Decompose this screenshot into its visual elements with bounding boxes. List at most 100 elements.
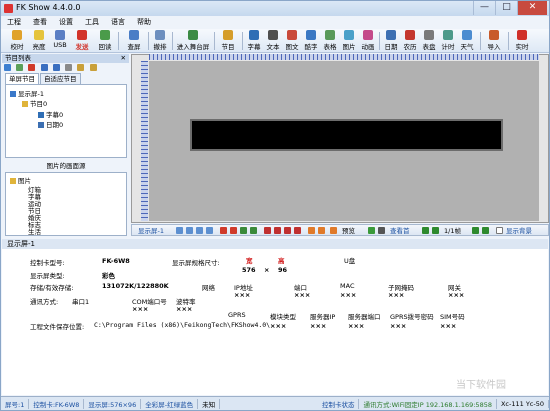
usb-button[interactable]: USB xyxy=(51,30,69,52)
stage-screen-button[interactable]: 进入舞台屏 xyxy=(175,30,211,52)
com-port-value: ××× xyxy=(132,305,149,313)
stop-icon[interactable] xyxy=(378,227,385,234)
zoom-fit-icon[interactable] xyxy=(196,227,203,234)
animation-button[interactable]: 动画 xyxy=(359,30,377,52)
stage-icon xyxy=(188,30,198,40)
storage-value: 131072K/122880K xyxy=(102,282,169,290)
show-background-checkbox[interactable] xyxy=(496,227,503,234)
brightness-button[interactable]: 亮度 xyxy=(29,30,49,52)
spread-h-icon[interactable] xyxy=(284,227,291,234)
mac-label: MAC xyxy=(340,282,355,290)
stretch-v-icon[interactable] xyxy=(318,227,325,234)
clock-icon xyxy=(12,30,22,40)
card-model-label: 控制卡型号: xyxy=(30,259,65,267)
picture-button[interactable]: 图片 xyxy=(340,30,358,52)
copy-icon[interactable] xyxy=(77,64,85,71)
text-button[interactable]: 文本 xyxy=(264,30,282,52)
menu-language[interactable]: 语言 xyxy=(105,16,131,29)
menu-help[interactable]: 帮助 xyxy=(131,16,157,29)
align-bottom-icon[interactable] xyxy=(250,227,257,234)
cool-text-button[interactable]: 酷字 xyxy=(302,30,320,52)
image-text-button[interactable]: 图文 xyxy=(283,30,301,52)
search-icon xyxy=(129,30,139,40)
table-button[interactable]: 表格 xyxy=(321,30,339,52)
cut-icon[interactable] xyxy=(65,64,73,71)
next-frame-icon[interactable] xyxy=(472,227,479,234)
server-port-label: 服务器端口 xyxy=(348,313,381,321)
status-size: 显示屏:576×96 xyxy=(84,398,142,409)
zoom-in-icon[interactable] xyxy=(176,227,183,234)
stretch-h-icon[interactable] xyxy=(308,227,315,234)
align-top-icon[interactable] xyxy=(240,227,247,234)
program-list-title: 节目列表 xyxy=(5,54,31,62)
play-icon[interactable] xyxy=(368,227,375,234)
move-down-icon[interactable] xyxy=(52,64,60,71)
tree-item-screen[interactable]: 显示屏-1 xyxy=(10,88,44,98)
tab-adaptive[interactable]: 自适应节目 xyxy=(40,73,81,84)
category-item[interactable]: 生活 xyxy=(28,226,41,236)
weather-button[interactable]: 天气 xyxy=(458,30,476,52)
date-button[interactable]: 日期 xyxy=(382,30,400,52)
program-button[interactable]: 节目 xyxy=(217,30,239,52)
move-first-icon[interactable] xyxy=(264,227,271,234)
send-button[interactable]: 发送 xyxy=(71,30,93,52)
screen-selector[interactable]: 显示屏-1 xyxy=(138,226,164,236)
subtitle-button[interactable]: 字幕 xyxy=(245,30,263,52)
time-sync-button[interactable]: 校时 xyxy=(7,30,27,52)
paste-icon[interactable] xyxy=(89,64,97,71)
screen-size-label: 显示屏规格尺寸: xyxy=(172,259,220,267)
menu-project[interactable]: 工程 xyxy=(1,16,27,29)
maximize-button[interactable]: □ xyxy=(495,1,517,15)
fullscreen-icon[interactable] xyxy=(330,227,337,234)
mac-value: ××× xyxy=(340,291,357,299)
menu-settings[interactable]: 设置 xyxy=(53,16,79,29)
move-last-icon[interactable] xyxy=(274,227,281,234)
zoom-actual-icon[interactable] xyxy=(206,227,213,234)
dial-button[interactable]: 表盘 xyxy=(420,30,438,52)
realtime-button[interactable]: 实时 xyxy=(511,30,533,52)
canvas-toolbar: 显示屏-1 预览 查看首 1/1帧 显示背景 xyxy=(131,224,549,236)
import-button[interactable]: 导入 xyxy=(483,30,505,52)
find-screen-button[interactable]: 查屏 xyxy=(123,30,145,52)
pin-icon[interactable]: ✕ xyxy=(121,54,126,63)
spread-v-icon[interactable] xyxy=(294,227,301,234)
tree-item-subtitle[interactable]: 字幕0 xyxy=(38,109,63,119)
add-program-icon[interactable] xyxy=(16,64,24,71)
tab-single-screen[interactable]: 单屏节目 xyxy=(5,73,39,84)
menu-view[interactable]: 查看 xyxy=(27,16,53,29)
minimize-button[interactable]: — xyxy=(473,1,495,15)
timer-button[interactable]: 计时 xyxy=(439,30,457,52)
picture-source-header[interactable]: 图片的画面源 xyxy=(5,162,127,171)
image-text-icon xyxy=(287,30,297,40)
picture-icon xyxy=(344,30,354,40)
delete-icon[interactable] xyxy=(28,64,36,71)
storage-label: 存储/有效存储: xyxy=(30,284,74,292)
date-icon xyxy=(38,122,44,128)
watermark: 当下软件园 xyxy=(456,380,506,391)
menu-tools[interactable]: 工具 xyxy=(79,16,105,29)
tree-item-date[interactable]: 日期0 xyxy=(38,119,63,129)
move-up-icon[interactable] xyxy=(40,64,48,71)
undo-layout-button[interactable]: 撤排 xyxy=(151,30,169,52)
preview-button[interactable]: 预览 xyxy=(342,226,355,236)
first-frame-icon[interactable] xyxy=(422,227,429,234)
last-frame-icon[interactable] xyxy=(482,227,489,234)
tree-item-program[interactable]: 节目0 xyxy=(22,98,47,108)
gateway-value: ××× xyxy=(448,291,465,299)
module-type-value: ××× xyxy=(270,322,287,330)
prev-frame-icon[interactable] xyxy=(432,227,439,234)
align-left-icon[interactable] xyxy=(220,227,227,234)
picture-category-list: 图片 灯箱 字幕 运动 节日 婚庆 标志 生活 xyxy=(5,172,127,236)
led-screen-preview[interactable] xyxy=(190,119,503,151)
readback-button[interactable]: 回读 xyxy=(95,30,115,52)
close-button[interactable]: ✕ xyxy=(517,1,547,15)
status-comm: 通讯方式:WiFi固定IP 192.168.1.169:5858 xyxy=(359,398,497,409)
add-icon[interactable] xyxy=(4,64,11,71)
lunar-button[interactable]: 农历 xyxy=(401,30,419,52)
view-first-button[interactable]: 查看首 xyxy=(390,226,410,236)
zoom-out-icon[interactable] xyxy=(186,227,193,234)
status-screen-number: 屏号:1 xyxy=(1,398,30,409)
baud-rate-value: ××× xyxy=(176,305,193,313)
align-right-icon[interactable] xyxy=(230,227,237,234)
server-port-value: ××× xyxy=(348,322,365,330)
